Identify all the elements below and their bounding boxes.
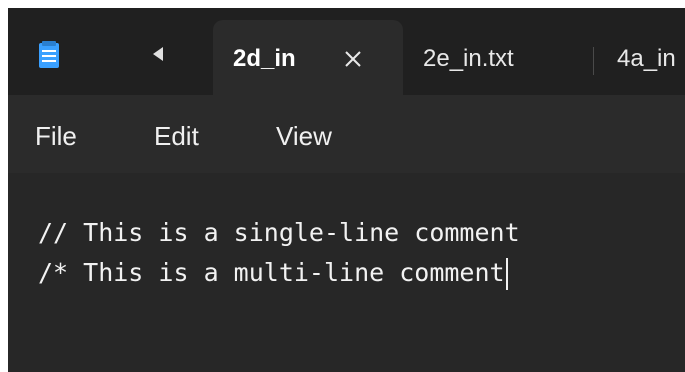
menu-bar: File Edit View: [8, 95, 685, 173]
tab-separator: [593, 47, 594, 75]
editor-line: /* This is a multi-line comment: [38, 258, 508, 290]
menu-file[interactable]: File: [35, 121, 77, 152]
tab-2e-in-txt[interactable]: 2e_in.txt: [423, 20, 583, 95]
menu-view[interactable]: View: [276, 121, 332, 152]
close-icon[interactable]: [343, 48, 363, 68]
tab-4a-in[interactable]: 4a_in: [593, 20, 685, 95]
editor-line-text: // This is a single-line comment: [38, 218, 520, 247]
text-caret: [505, 258, 508, 290]
tab-label: 2d_in: [233, 45, 296, 72]
editor-line-text: /* This is a multi-line comment: [38, 258, 505, 287]
tab-label: 2e_in.txt: [423, 45, 514, 72]
title-bar: 2d_in 2e_in.txt 4a_in: [8, 8, 685, 95]
text-editor[interactable]: // This is a single-line comment /* This…: [8, 173, 685, 372]
tab-label: 4a_in: [617, 45, 676, 72]
scroll-left-icon[interactable]: [151, 46, 165, 62]
editor-line: // This is a single-line comment: [38, 218, 520, 247]
menu-edit[interactable]: Edit: [154, 121, 199, 152]
notepad-window: 2d_in 2e_in.txt 4a_in File Edit View // …: [8, 8, 685, 372]
notepad-icon: [38, 39, 60, 69]
tab-2d-in[interactable]: 2d_in: [213, 20, 403, 95]
